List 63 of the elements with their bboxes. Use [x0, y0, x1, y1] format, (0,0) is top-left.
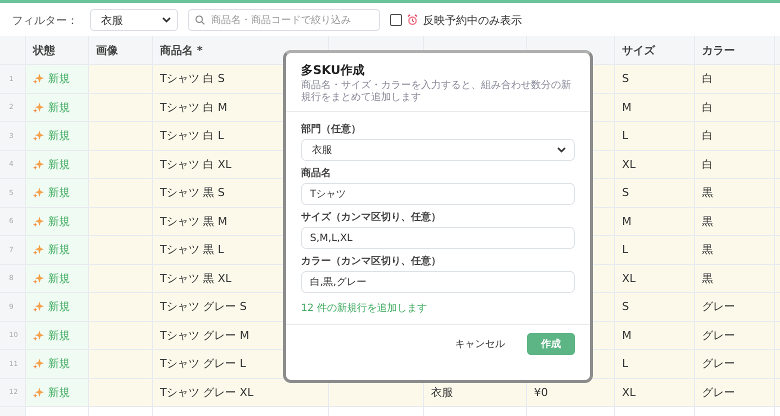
category-select[interactable]: 衣服 [90, 9, 178, 31]
table-cell: S [615, 179, 695, 208]
table-cell: 白 [695, 122, 775, 150]
table-cell: 黒 [695, 179, 775, 208]
table-cell: S [615, 293, 695, 322]
table-cell: グレー [695, 350, 775, 378]
input-field[interactable]: Tシャツ [301, 183, 575, 205]
table-cell: 黒 [695, 208, 775, 236]
status-text: 新規 [48, 384, 70, 400]
sparkle-icon [33, 272, 44, 284]
checkbox[interactable] [390, 14, 402, 26]
input-field[interactable]: 白,黒,グレー [301, 271, 575, 293]
table-cell: 白 [695, 94, 775, 122]
status-text: 新規 [48, 328, 70, 343]
filter-label: フィルター： [12, 12, 78, 28]
table-cell: 白 [695, 65, 775, 94]
sparkle-icon [33, 130, 44, 142]
cancel-button[interactable]: キャンセル [443, 333, 517, 355]
table-cell: グレー [695, 293, 775, 322]
table-cell: M [615, 322, 695, 350]
alarm-clock-icon [407, 14, 418, 26]
sparkle-icon [33, 73, 44, 84]
table-cell: 黒 [695, 264, 775, 293]
table-cell: グレー [695, 378, 775, 407]
search-icon [195, 15, 205, 25]
table-cell: 白 [695, 150, 775, 179]
chevron-icon [162, 17, 171, 23]
status-text: 新規 [48, 214, 70, 229]
table-cell: グレー [695, 322, 775, 350]
status-text: 新規 [48, 128, 70, 144]
checkbox-label[interactable]: 反映予約中のみ表示 [423, 12, 522, 28]
sparkle-icon [33, 358, 44, 370]
table-cell: L [615, 122, 695, 150]
sparkle-icon [33, 158, 44, 170]
table-cell: 黒 [695, 236, 775, 264]
chevron-icon [557, 147, 566, 153]
sparkle-icon [33, 244, 44, 256]
status-text: 新規 [48, 270, 70, 286]
status-text: 新規 [48, 185, 70, 200]
department-select[interactable]: 衣服 [301, 139, 575, 161]
input-field[interactable]: S,M,L,XL [301, 227, 575, 249]
status-text: 新規 [48, 299, 70, 314]
table-cell: XL [615, 150, 695, 179]
sparkle-icon [33, 187, 44, 198]
status-text: 新規 [48, 156, 70, 172]
table-cell: L [615, 236, 695, 264]
table-cell: S [615, 65, 695, 94]
table-cell: Tシャツ グレー XL [153, 378, 329, 407]
status-text: 新規 [48, 356, 70, 372]
table-cell: M [615, 208, 695, 236]
sparkle-icon [33, 216, 44, 227]
status-text: 新規 [48, 100, 70, 115]
status-text: 新規 [48, 71, 70, 86]
table-cell: M [615, 94, 695, 122]
sparkle-icon [33, 386, 44, 398]
sparkle-icon [33, 102, 44, 113]
sparkle-icon [33, 330, 44, 341]
sparkle-icon [33, 301, 44, 312]
table-cell: XL [615, 264, 695, 293]
table-cell: L [615, 350, 695, 378]
table-cell: XL [615, 378, 695, 407]
status-text: 新規 [48, 242, 70, 258]
field-label: 商品名 [301, 168, 332, 180]
